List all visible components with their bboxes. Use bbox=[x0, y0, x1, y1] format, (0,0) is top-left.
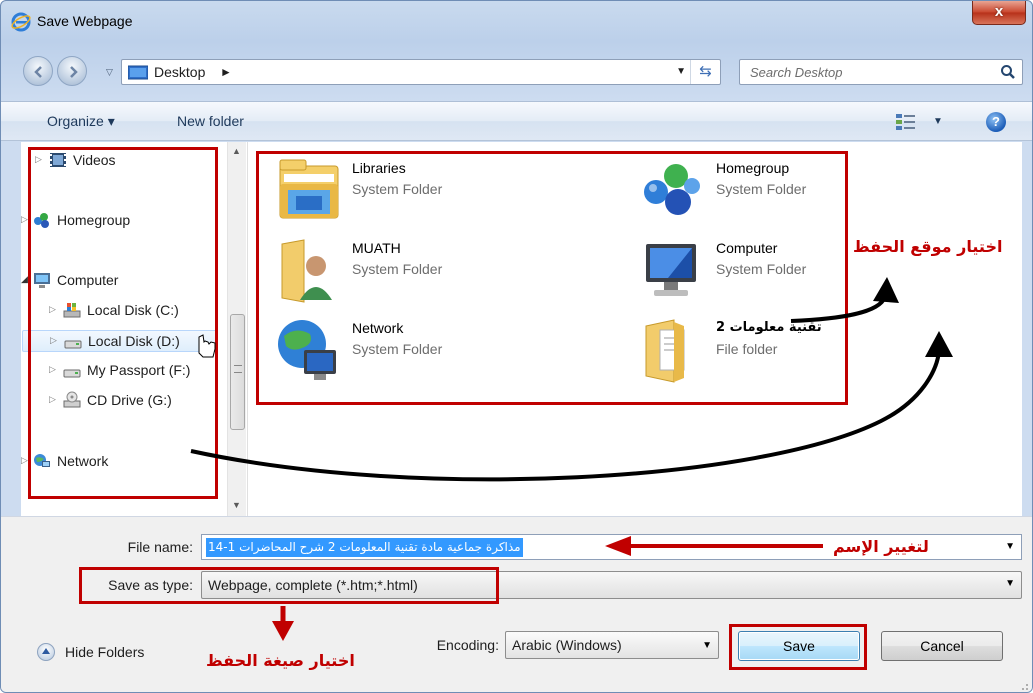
save-webpage-dialog: Save Webpage x ▽ Desktop ► ▼ ⇆ Search De… bbox=[0, 0, 1033, 693]
back-arrow-icon bbox=[34, 66, 42, 78]
savetype-dropdown-icon[interactable]: ▼ bbox=[1005, 578, 1015, 589]
hide-folders-label: Hide Folders bbox=[65, 644, 145, 660]
encoding-dropdown-icon[interactable]: ▼ bbox=[702, 640, 712, 651]
cancel-button[interactable]: Cancel bbox=[881, 631, 1003, 661]
encoding-select[interactable]: Arabic (Windows) ▼ bbox=[505, 631, 719, 659]
search-icon[interactable] bbox=[1000, 64, 1016, 80]
new-folder-button[interactable]: New folder bbox=[177, 113, 244, 129]
annotation-box-save-type bbox=[79, 567, 499, 604]
navigation-buttons bbox=[23, 56, 115, 86]
help-icon[interactable]: ? bbox=[986, 112, 1006, 132]
collapse-arrow-icon[interactable]: ◢ bbox=[21, 274, 28, 285]
annotation-box-navigation bbox=[28, 147, 218, 499]
forward-button[interactable] bbox=[57, 56, 87, 86]
change-view-icon[interactable] bbox=[895, 112, 917, 132]
annotation-format-note: اختيار صيغة الحفظ bbox=[206, 651, 355, 670]
scroll-down-arrow-icon[interactable]: ▼ bbox=[232, 500, 241, 510]
expand-arrow-icon[interactable]: ▷ bbox=[21, 214, 28, 225]
breadcrumb-chevron-icon[interactable]: ► bbox=[220, 65, 232, 79]
desktop-folder-icon bbox=[128, 65, 148, 80]
encoding-label: Encoding: bbox=[436, 637, 499, 653]
resize-grip-icon[interactable] bbox=[1017, 679, 1029, 691]
internet-explorer-icon bbox=[11, 12, 31, 32]
chevron-up-icon bbox=[37, 643, 55, 661]
navigation-scrollbar[interactable]: ▲ ▼ bbox=[227, 142, 246, 516]
annotation-box-locations bbox=[256, 151, 848, 405]
filename-value[interactable]: مذاكرة جماعية مادة تقنية المعلومات 2 شرح… bbox=[206, 538, 523, 557]
filename-label: File name: bbox=[127, 539, 193, 555]
organize-button[interactable]: Organize ▾ bbox=[47, 113, 115, 130]
search-placeholder: Search Desktop bbox=[750, 65, 843, 80]
command-toolbar: Organize ▾ New folder ▼ ? bbox=[1, 101, 1032, 141]
filename-dropdown-icon[interactable]: ▼ bbox=[1005, 541, 1015, 552]
title-bar: Save Webpage x bbox=[1, 1, 1032, 41]
search-input[interactable]: Search Desktop bbox=[739, 59, 1023, 85]
recent-locations-dropdown[interactable]: ▽ bbox=[106, 67, 113, 78]
refresh-button[interactable]: ⇆ bbox=[690, 60, 720, 84]
expand-arrow-icon[interactable]: ▷ bbox=[21, 455, 28, 466]
scroll-up-arrow-icon[interactable]: ▲ bbox=[232, 146, 241, 156]
annotation-location-note: اختيار موقع الحفظ bbox=[853, 237, 1003, 256]
scrollbar-thumb[interactable] bbox=[230, 314, 245, 430]
address-bar[interactable]: Desktop ► ▼ ⇆ bbox=[121, 59, 721, 85]
forward-arrow-icon bbox=[70, 66, 78, 78]
address-location[interactable]: Desktop bbox=[154, 64, 205, 80]
window-title: Save Webpage bbox=[37, 13, 133, 29]
annotation-box-save-button bbox=[729, 624, 867, 670]
close-button[interactable]: x bbox=[972, 1, 1026, 25]
annotation-rename-note: لتغيير الإسم bbox=[833, 537, 929, 556]
encoding-value: Arabic (Windows) bbox=[512, 637, 622, 653]
address-dropdown-icon[interactable]: ▼ bbox=[676, 66, 686, 77]
refresh-icon: ⇆ bbox=[699, 63, 712, 80]
back-button[interactable] bbox=[23, 56, 53, 86]
view-options-dropdown-icon[interactable]: ▼ bbox=[933, 116, 943, 127]
